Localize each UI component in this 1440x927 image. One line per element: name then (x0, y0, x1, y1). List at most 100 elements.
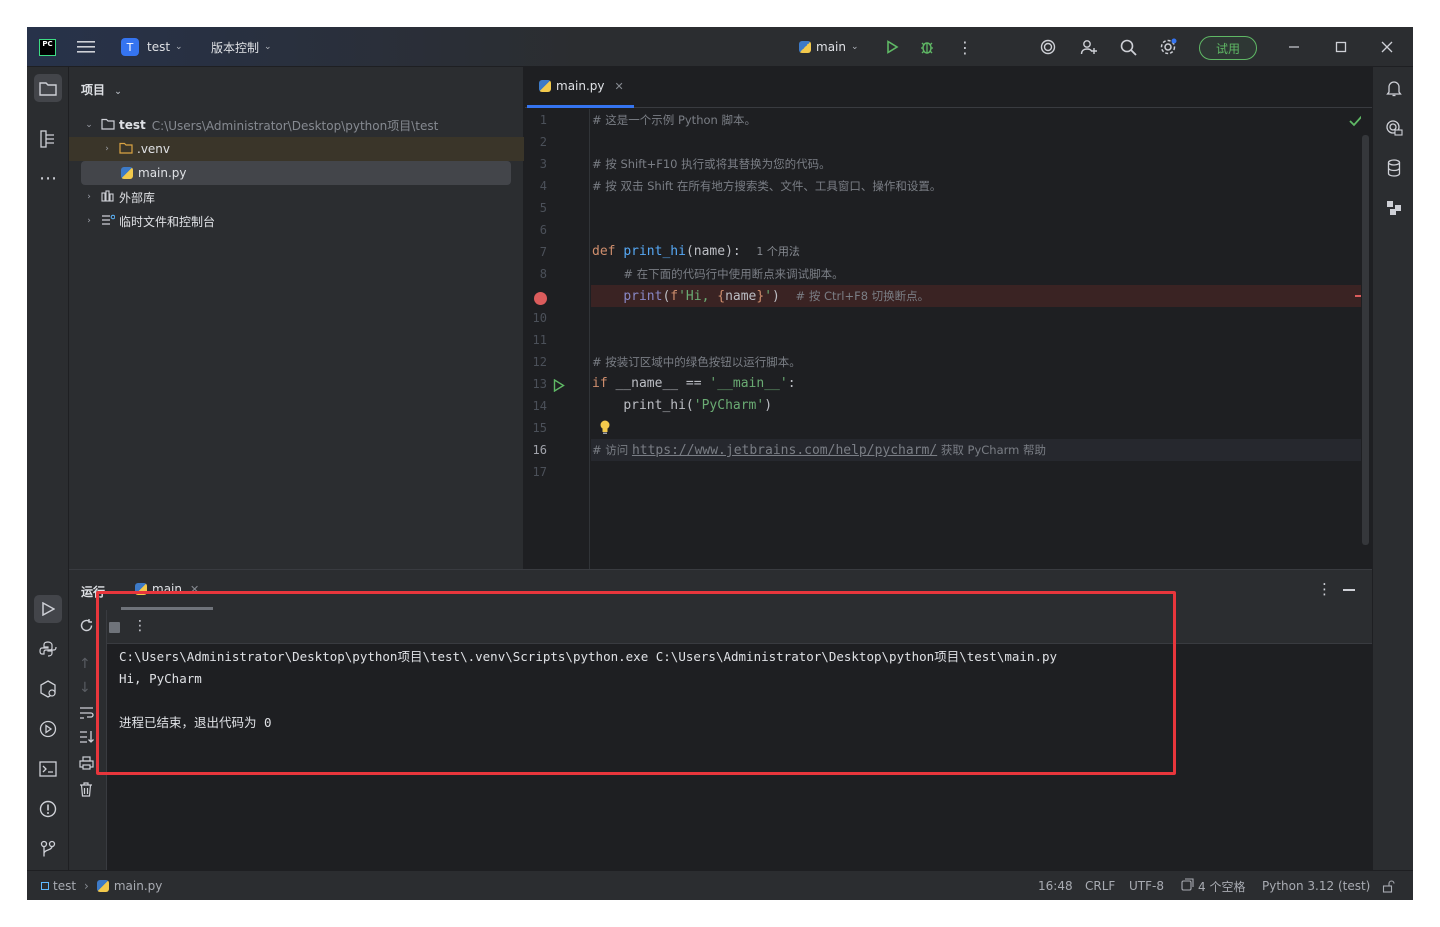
usage-hint[interactable]: 1 个用法 (756, 245, 800, 258)
chevron-down-icon: ⌄ (85, 120, 93, 130)
soft-wrap-icon[interactable] (79, 706, 94, 724)
line-number: 3 (539, 157, 547, 171)
minimize-icon[interactable] (1288, 27, 1300, 67)
tree-item-venv[interactable]: › .venv (69, 137, 524, 161)
hide-panel-icon[interactable] (1343, 589, 1355, 591)
tree-root-name: test (119, 118, 146, 132)
editor-gutter[interactable]: 1 2 3 4 5 6 7 8 10 11 12 13 14 15 16 17 (525, 109, 590, 569)
run-toolbar: ⋮ (107, 610, 1372, 644)
code-brace: { (717, 289, 726, 304)
code-string: ' (764, 289, 773, 304)
python-console-icon[interactable] (34, 635, 62, 663)
python-packages-icon[interactable] (34, 675, 62, 703)
lock-icon[interactable] (1382, 871, 1395, 900)
structure-icon[interactable] (34, 125, 62, 153)
vcs-menu[interactable]: 版本控制 ⌄ (211, 27, 272, 67)
code-line-12: # 按装订区域中的绿色按钮以运行脚本。 (591, 351, 1361, 373)
line-number: 11 (532, 333, 547, 347)
scroll-up-icon[interactable]: ↑ (79, 656, 91, 672)
project-panel-title-label: 项目 (81, 83, 106, 97)
code-string: 'PyCharm' (693, 398, 765, 413)
project-panel: 项目 ⌄ ⌄ test C:\Users\Administrator\Deskt… (69, 67, 524, 569)
project-panel-title[interactable]: 项目 ⌄ (81, 81, 122, 98)
code-line-1: # 这是一个示例 Python 脚本。 (591, 109, 1361, 131)
trash-icon[interactable] (79, 782, 93, 801)
problems-icon[interactable] (34, 795, 62, 823)
file-encoding[interactable]: UTF-8 (1129, 871, 1164, 900)
gutter-run-icon[interactable] (553, 378, 565, 395)
more-tools-icon[interactable]: ⋯ (34, 164, 62, 192)
database-icon[interactable] (1380, 154, 1408, 182)
run-config-selector[interactable]: main ⌄ (799, 27, 859, 67)
more-icon[interactable]: ⋮ (1317, 580, 1332, 598)
editor-scrollbar[interactable] (1362, 135, 1369, 545)
scratches-icon (101, 214, 116, 229)
code-string: '__main__' (709, 376, 788, 391)
tab-main-py[interactable]: main.py ✕ (527, 67, 634, 108)
indent-setting[interactable]: 4 个空格 (1181, 871, 1245, 900)
run-panel-header: 运行 main ✕ ⋮ (69, 570, 1372, 610)
code-line-8: # 在下面的代码行中使用断点来调试脚本。 (591, 263, 1361, 285)
ai-assistant-icon[interactable] (1040, 27, 1056, 67)
code-comment: # 在下面的代码行中使用断点来调试脚本。 (623, 267, 844, 281)
add-user-icon[interactable] (1080, 27, 1098, 67)
trial-button[interactable]: 试用 (1199, 36, 1257, 60)
pycharm-window: PC T test ⌄ 版本控制 ⌄ main ⌄ ⋮ 试用 ⋯ 项目 ⌄ ⌄ … (27, 27, 1413, 900)
line-number-current: 16 (532, 443, 547, 457)
close-tab-icon[interactable]: ✕ (190, 583, 199, 596)
code-comment: 获取 PyCharm 帮助 (937, 443, 1047, 457)
terminal-icon[interactable] (34, 755, 62, 783)
code-comment: # 这是一个示例 Python 脚本。 (592, 113, 756, 127)
python-interpreter[interactable]: Python 3.12 (test) (1262, 871, 1370, 900)
close-tab-icon[interactable]: ✕ (615, 80, 624, 93)
more-icon[interactable]: ⋮ (957, 27, 973, 67)
settings-icon[interactable] (1159, 27, 1177, 67)
close-icon[interactable] (1381, 27, 1393, 67)
print-icon[interactable] (79, 756, 94, 774)
caret-position[interactable]: 16:48 (1038, 871, 1073, 900)
tree-item-external-libs[interactable]: › 外部库 (69, 185, 524, 209)
code-call: print_hi( (623, 398, 694, 413)
project-switcher[interactable]: T test ⌄ (121, 27, 183, 67)
indent-label: 4 个空格 (1198, 879, 1246, 894)
stop-icon[interactable] (109, 622, 120, 633)
pycharm-logo[interactable]: PC (39, 39, 56, 56)
run-panel: 运行 main ✕ ⋮ ↑ ↓ ⋮ C:\Users\Administrator… (69, 569, 1372, 871)
debug-icon[interactable] (919, 27, 935, 67)
folder-icon (119, 142, 133, 157)
tree-root[interactable]: ⌄ test C:\Users\Administrator\Desktop\py… (69, 113, 524, 137)
plugin-icon[interactable] (1380, 194, 1408, 222)
project-folder-icon[interactable] (34, 74, 62, 102)
lightbulb-icon[interactable] (599, 419, 611, 438)
line-separator[interactable]: CRLF (1085, 871, 1115, 900)
maximize-icon[interactable] (1335, 27, 1347, 67)
project-name: test (147, 40, 171, 54)
chevron-right-icon: › (87, 192, 91, 202)
breakpoint-icon[interactable] (534, 292, 547, 305)
breadcrumb-file[interactable]: main.py (114, 879, 163, 893)
run-tab-main[interactable]: main ✕ (135, 582, 199, 596)
tree-item-main-py[interactable]: main.py (81, 161, 511, 185)
status-bar: test › main.py 16:48 CRLF UTF-8 4 个空格 Py… (27, 870, 1413, 900)
more-icon[interactable]: ⋮ (133, 618, 147, 634)
code-comment: # 按 双击 Shift 在所有地方搜索类、文件、工具窗口、操作和设置。 (592, 179, 942, 193)
ai-chat-icon[interactable] (1380, 114, 1408, 142)
tree-item-scratches[interactable]: › 临时文件和控制台 (69, 209, 524, 233)
search-icon[interactable] (1120, 27, 1137, 67)
breadcrumb-project[interactable]: test (53, 879, 76, 893)
notifications-icon[interactable] (1380, 74, 1408, 102)
services-icon[interactable] (34, 715, 62, 743)
help-link[interactable]: https://www.jetbrains.com/help/pycharm/ (632, 443, 937, 458)
scroll-to-end-icon[interactable] (79, 730, 94, 748)
code-variable: name (725, 289, 757, 304)
code-editor[interactable]: # 这是一个示例 Python 脚本。 # 按 Shift+F10 执行或将其替… (591, 109, 1361, 569)
tree-item-main-py-label: main.py (138, 166, 187, 180)
run-icon[interactable] (885, 27, 899, 67)
rerun-icon[interactable] (79, 618, 94, 637)
git-icon[interactable] (34, 835, 62, 863)
scroll-down-icon[interactable]: ↓ (79, 680, 91, 696)
inspection-ok-icon[interactable] (1349, 115, 1361, 130)
title-bar: PC T test ⌄ 版本控制 ⌄ main ⌄ ⋮ 试用 (27, 27, 1413, 67)
hamburger-menu-icon[interactable] (77, 27, 95, 67)
run-tool-icon[interactable] (34, 595, 62, 623)
